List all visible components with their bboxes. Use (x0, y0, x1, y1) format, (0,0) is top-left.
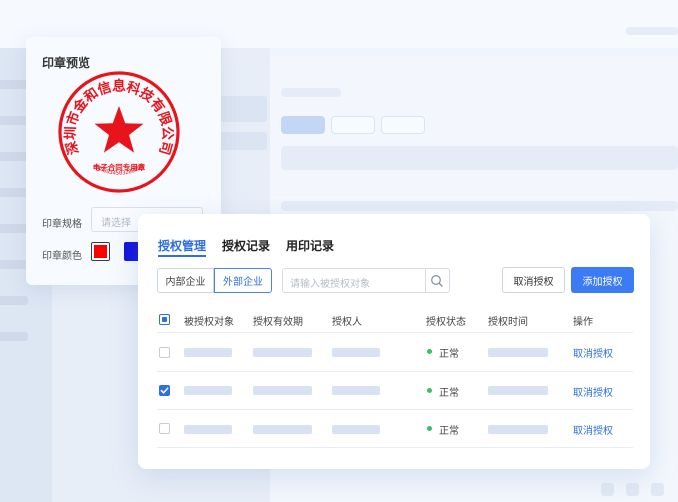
status-text: 正常 (439, 349, 459, 360)
row-checkbox[interactable] (159, 385, 170, 396)
status-dot (427, 426, 432, 431)
tab-seal-usage-records[interactable]: 用印记录 (286, 237, 334, 254)
column-header-validity: 授权有效期 (253, 317, 303, 328)
add-authorization-button[interactable]: 添加授权 (571, 267, 634, 293)
status-dot (427, 349, 432, 354)
revoke-authorization-link[interactable]: 取消授权 (573, 384, 613, 399)
cancel-authorization-button[interactable]: 取消授权 (502, 267, 565, 293)
active-tab-indicator (158, 255, 206, 257)
tab-auth-management[interactable]: 授权管理 (158, 237, 206, 254)
search-input[interactable]: 请输入被授权对象 (282, 268, 450, 293)
status-dot (427, 388, 432, 393)
column-header-status: 授权状态 (426, 317, 466, 328)
row-checkbox[interactable] (159, 347, 170, 358)
seal-color-label: 印章颜色 (42, 251, 82, 262)
segment-internal-enterprise[interactable]: 内部企业 (157, 268, 214, 293)
status-text: 正常 (439, 426, 459, 437)
seal-color-red-swatch[interactable] (91, 242, 110, 261)
seal-preview-title: 印章预览 (42, 56, 91, 70)
seal-spec-label: 印章规格 (42, 219, 82, 230)
row-checkbox[interactable] (159, 423, 170, 434)
search-icon[interactable] (429, 273, 445, 289)
search-placeholder: 请输入被授权对象 (290, 279, 370, 290)
revoke-authorization-link[interactable]: 取消授权 (573, 422, 613, 437)
tab-auth-records[interactable]: 授权记录 (222, 237, 270, 254)
column-header-time: 授权时间 (488, 317, 528, 328)
authorization-card: 授权管理 授权记录 用印记录 内部企业 外部企业 请输入被授权对象 取消授权 添… (138, 214, 650, 469)
seal-image: 深圳市金和信息科技有限公司 电子合同专用章 4403034503288004 (58, 71, 180, 193)
column-header-actions: 操作 (573, 317, 593, 328)
column-header-grantor: 授权人 (332, 317, 362, 328)
checkmark-icon (160, 387, 169, 394)
revoke-authorization-link[interactable]: 取消授权 (573, 345, 613, 360)
seal-star (94, 106, 144, 153)
select-all-checkbox[interactable] (159, 314, 170, 325)
segment-external-enterprise[interactable]: 外部企业 (214, 268, 272, 293)
column-header-grantee: 被授权对象 (184, 317, 234, 328)
status-text: 正常 (439, 388, 459, 399)
